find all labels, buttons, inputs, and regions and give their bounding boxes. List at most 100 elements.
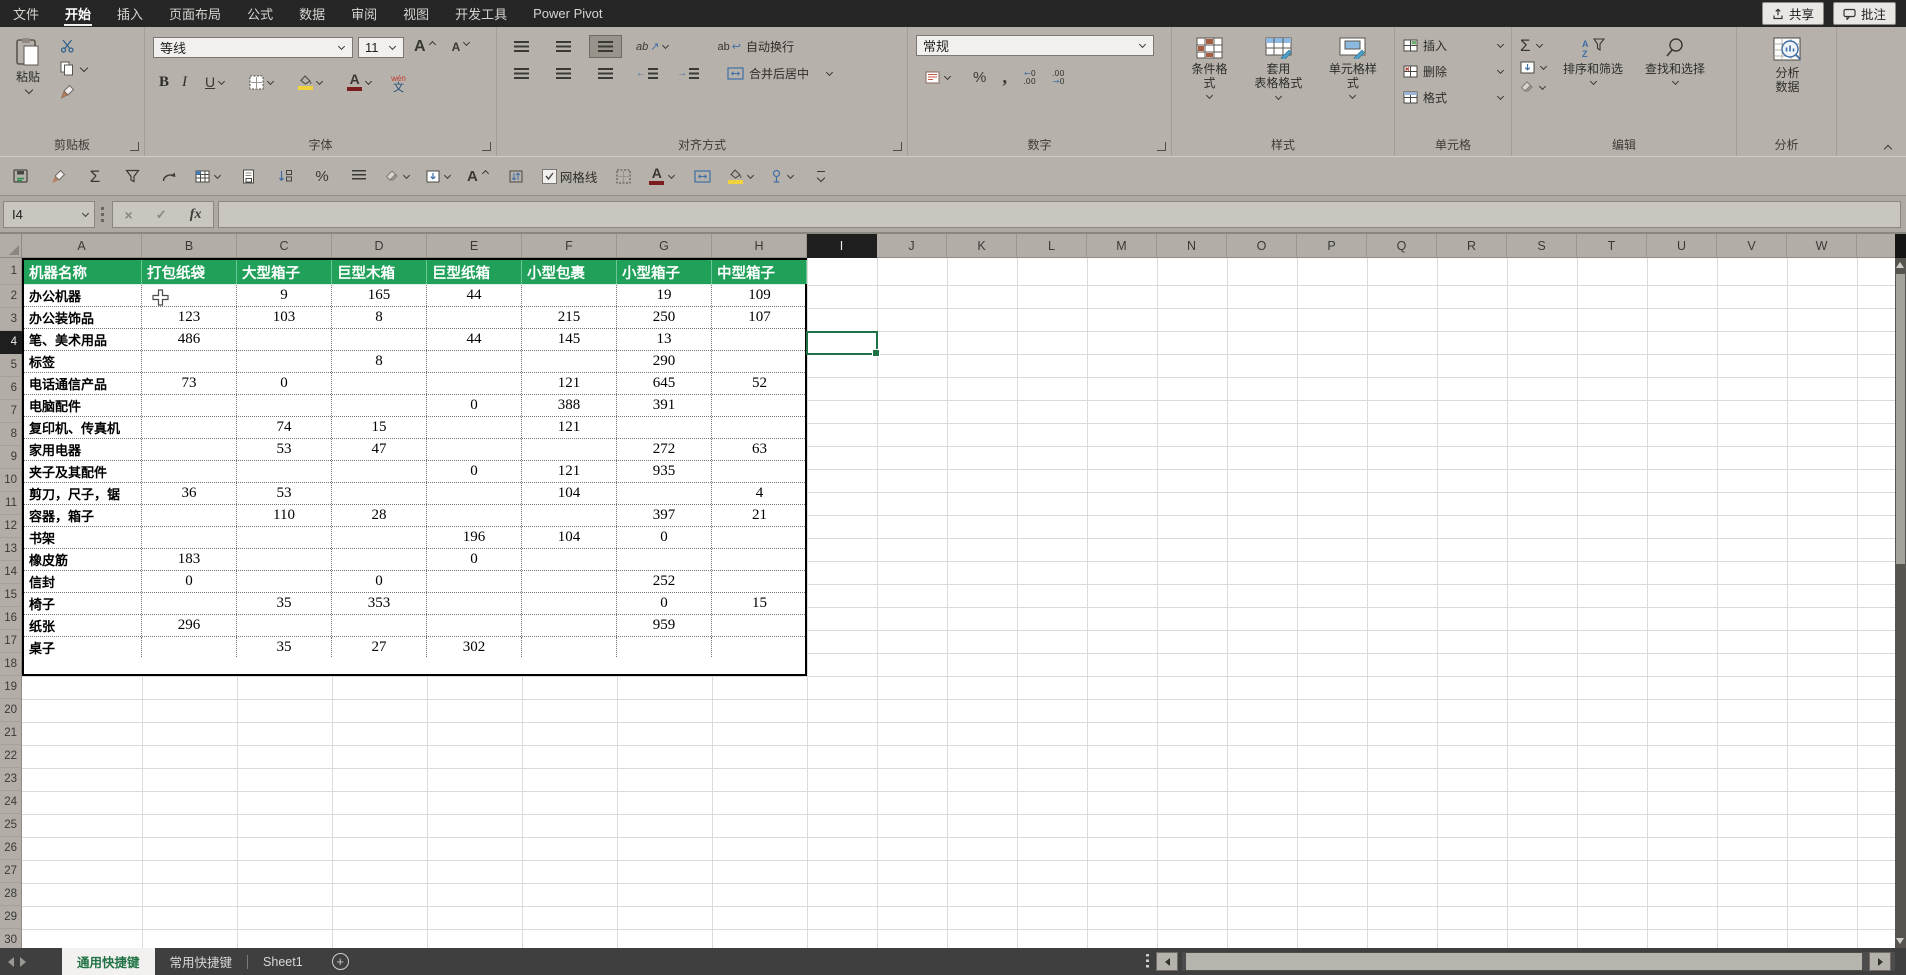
- bold-icon[interactable]: B: [159, 74, 169, 91]
- row-header-4[interactable]: 4: [0, 331, 22, 354]
- name-box-dropdown-icon[interactable]: [81, 211, 90, 218]
- cell-item-name[interactable]: 夹子及其配件: [24, 461, 142, 482]
- cell-value[interactable]: [142, 417, 237, 438]
- cell-value[interactable]: 21: [712, 505, 807, 526]
- fill-color-icon[interactable]: [728, 168, 755, 184]
- cell-item-name[interactable]: 办公装饰品: [24, 307, 142, 328]
- cell-item-name[interactable]: 剪刀，尺子，锯: [24, 483, 142, 504]
- print-preview-icon[interactable]: [237, 169, 259, 184]
- cell-value[interactable]: [712, 461, 807, 482]
- menu-item-2[interactable]: 插入: [104, 0, 156, 27]
- header-cell[interactable]: 巨型木箱: [332, 260, 427, 284]
- cell-value[interactable]: [617, 417, 712, 438]
- cell-value[interactable]: 145: [522, 329, 617, 350]
- merge-cells-icon[interactable]: [691, 169, 713, 183]
- cell-value[interactable]: [142, 527, 237, 548]
- column-header-D[interactable]: D: [332, 234, 427, 258]
- cell-value[interactable]: [427, 571, 522, 592]
- row-header-16[interactable]: 16: [0, 607, 22, 630]
- sum-icon[interactable]: Σ: [84, 168, 106, 185]
- row-header-5[interactable]: 5: [0, 354, 22, 377]
- cell-value[interactable]: 36: [142, 483, 237, 504]
- column-header-K[interactable]: K: [947, 234, 1017, 258]
- font-size-select[interactable]: 11: [358, 36, 404, 58]
- cell-value[interactable]: 8: [332, 307, 427, 328]
- cell-value[interactable]: 296: [142, 615, 237, 636]
- column-header-S[interactable]: S: [1507, 234, 1577, 258]
- save-icon[interactable]: [10, 168, 32, 184]
- table-icon[interactable]: [195, 170, 222, 183]
- cell-value[interactable]: 645: [617, 373, 712, 394]
- format-cells-button[interactable]: 格式: [1403, 89, 1505, 106]
- cell-value[interactable]: 9: [237, 285, 332, 306]
- cell-item-name[interactable]: 容器，箱子: [24, 505, 142, 526]
- decrease-font-icon[interactable]: A: [447, 37, 477, 57]
- cell-styles-button[interactable]: 单元格样式: [1318, 35, 1388, 138]
- increase-decimal-icon[interactable]: ←0.00: [1023, 69, 1036, 86]
- menu-item-8[interactable]: 开发工具: [442, 0, 520, 27]
- header-cell[interactable]: 机器名称: [24, 260, 142, 284]
- cell-value[interactable]: 397: [617, 505, 712, 526]
- line-spacing-icon[interactable]: [348, 170, 370, 182]
- number-dialog-launcher-icon[interactable]: [1157, 142, 1166, 151]
- cell-value[interactable]: 215: [522, 307, 617, 328]
- menu-item-1[interactable]: 开始: [52, 0, 104, 27]
- cell-value[interactable]: [712, 615, 807, 636]
- menu-item-0[interactable]: 文件: [0, 0, 52, 27]
- column-header-A[interactable]: A: [22, 234, 142, 258]
- underline-icon[interactable]: U: [200, 72, 231, 92]
- cell-value[interactable]: 959: [617, 615, 712, 636]
- filter-icon[interactable]: [121, 169, 143, 183]
- row-header-14[interactable]: 14: [0, 561, 22, 584]
- cell-value[interactable]: [522, 615, 617, 636]
- cell-value[interactable]: 15: [332, 417, 427, 438]
- cell-item-name[interactable]: 办公机器: [24, 285, 142, 306]
- row-header-12[interactable]: 12: [0, 515, 22, 538]
- font-color-icon[interactable]: A: [342, 70, 378, 94]
- column-header-I[interactable]: I: [807, 234, 877, 258]
- add-sheet-icon[interactable]: +: [331, 953, 349, 970]
- cell-value[interactable]: 302: [427, 637, 522, 657]
- cell-value[interactable]: 0: [332, 571, 427, 592]
- cell-item-name[interactable]: 橡皮筋: [24, 549, 142, 570]
- align-top-icon[interactable]: [505, 35, 538, 58]
- sort-icon[interactable]: [274, 169, 296, 183]
- column-header-H[interactable]: H: [712, 234, 807, 258]
- row-header-6[interactable]: 6: [0, 377, 22, 400]
- row-header-21[interactable]: 21: [0, 722, 22, 745]
- analyze-data-button[interactable]: 分析 数据: [1745, 35, 1830, 96]
- insert-function-icon[interactable]: fx: [190, 207, 202, 223]
- next-sheet-icon[interactable]: [20, 956, 26, 967]
- cell-value[interactable]: 104: [522, 483, 617, 504]
- column-header-C[interactable]: C: [237, 234, 332, 258]
- cell-value[interactable]: 19: [617, 285, 712, 306]
- column-header-V[interactable]: V: [1717, 234, 1787, 258]
- cell-value[interactable]: [712, 549, 807, 570]
- row-header-15[interactable]: 15: [0, 584, 22, 607]
- cell-value[interactable]: 252: [617, 571, 712, 592]
- cell-item-name[interactable]: 桌子: [24, 637, 142, 657]
- column-header-T[interactable]: T: [1577, 234, 1647, 258]
- cell-value[interactable]: [427, 505, 522, 526]
- comma-style-icon[interactable]: ,: [1002, 68, 1007, 87]
- cell-value[interactable]: 0: [237, 373, 332, 394]
- cell-value[interactable]: [332, 483, 427, 504]
- cell-value[interactable]: [427, 593, 522, 614]
- cell-value[interactable]: [522, 637, 617, 657]
- cell-value[interactable]: 44: [427, 329, 522, 350]
- dropdown-icon[interactable]: [402, 173, 411, 180]
- eraser-icon[interactable]: [385, 170, 411, 182]
- fill-icon[interactable]: [1520, 61, 1548, 74]
- cell-value[interactable]: [617, 637, 712, 657]
- row-header-27[interactable]: 27: [0, 860, 22, 883]
- cell-value[interactable]: 388: [522, 395, 617, 416]
- scroll-left-icon[interactable]: [1156, 952, 1178, 971]
- column-header-Q[interactable]: Q: [1367, 234, 1437, 258]
- cell-value[interactable]: [237, 461, 332, 482]
- cell-value[interactable]: 110: [237, 505, 332, 526]
- paste-dropdown-icon[interactable]: [24, 87, 33, 94]
- cell-value[interactable]: [522, 571, 617, 592]
- row-header-10[interactable]: 10: [0, 469, 22, 492]
- number-format-select[interactable]: 常规: [916, 35, 1154, 56]
- column-header-J[interactable]: J: [877, 234, 947, 258]
